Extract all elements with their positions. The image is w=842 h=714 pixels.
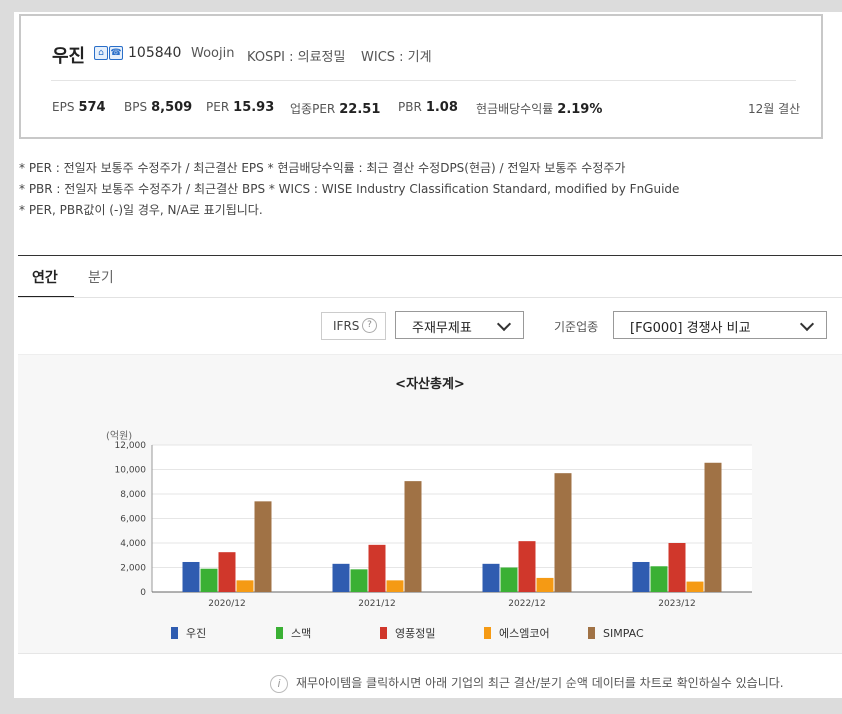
legend-swatch [171, 627, 178, 639]
metric-per: PER 15.93 [206, 100, 275, 115]
market-classification: KOSPI : 의료정밀 [247, 50, 346, 65]
bar [536, 577, 554, 592]
legend-swatch [484, 627, 491, 639]
y-tick-label: 2,000 [120, 564, 146, 574]
stock-code: 105840 [128, 45, 182, 61]
y-tick-label: 12,000 [115, 441, 147, 451]
bar [650, 566, 668, 592]
company-name: 우진 [52, 46, 86, 67]
chevron-down-icon [496, 316, 512, 332]
legend-label: 우진 [186, 627, 206, 640]
note-pbr: * PBR : 전일자 보통주 수정주가 / 최근결산 BPS * WICS :… [19, 182, 680, 196]
tabs-bottom-border [18, 297, 842, 298]
legend-label: 영풍정밀 [395, 627, 435, 640]
y-tick-label: 8,000 [120, 490, 146, 500]
statement-select-value: 주재무제표 [412, 321, 472, 336]
x-tick-label: 2022/12 [508, 599, 545, 609]
bar [368, 544, 386, 592]
chart-panel: <자산총계> 0 2,000 4,000 6,000 8,000 10,000 12,000… [18, 354, 842, 654]
ifrs-toggle[interactable]: IFRS ? [321, 312, 386, 340]
bar [332, 563, 350, 592]
company-header-card: 우진 ⌂ ☎ 105840 Woojin KOSPI : 의료정밀 WICS :… [19, 14, 823, 139]
legend-label: SIMPAC [603, 627, 644, 640]
statement-select[interactable]: 주재무제표 [395, 311, 524, 339]
total-assets-chart: 0 2,000 4,000 6,000 8,000 10,000 12,000(억원) 202… [106, 430, 752, 640]
info-message: i 재무아이템을 클릭하시면 아래 기업의 최근 결산/분기 순액 데이터를 차트… [270, 674, 784, 693]
bar [518, 541, 536, 592]
tabs-top-border [18, 255, 842, 256]
bar [218, 552, 236, 592]
bar [500, 567, 518, 592]
metric-bps: BPS 8,509 [124, 100, 193, 115]
note-negative: * PER, PBR값이 (-)일 경우, N/A로 표기됩니다. [19, 203, 263, 217]
tab-annual[interactable]: 연간 [32, 267, 58, 287]
bar [668, 543, 686, 592]
home-icon[interactable]: ⌂ [94, 46, 108, 60]
bar [350, 569, 368, 592]
bar [254, 501, 272, 592]
industry-label: 기준업종 [554, 320, 599, 334]
ir-icon[interactable]: ☎ [109, 46, 123, 60]
legend-label: 스맥 [291, 627, 311, 640]
help-icon[interactable]: ? [362, 318, 377, 333]
bar [404, 481, 422, 592]
bar [554, 473, 572, 592]
legend-swatch [276, 627, 283, 639]
wics-classification: WICS : 기계 [361, 50, 432, 65]
bar [704, 462, 722, 592]
header-divider [51, 80, 796, 81]
bar [482, 563, 500, 592]
bar [386, 580, 404, 592]
info-text: 재무아이템을 클릭하시면 아래 기업의 최근 결산/분기 순액 데이터를 차트로… [296, 676, 784, 690]
y-tick-label: 0 [140, 588, 146, 598]
company-summary-page: 우진 ⌂ ☎ 105840 Woojin KOSPI : 의료정밀 WICS :… [14, 12, 842, 698]
legend-label: 에스엠코어 [499, 627, 550, 640]
y-tick-label: 10,000 [115, 466, 147, 476]
note-per: * PER : 전일자 보통주 수정주가 / 최근결산 EPS * 현금배당수익… [19, 161, 626, 175]
y-tick-label: 4,000 [120, 539, 146, 549]
y-tick-label: 6,000 [120, 515, 146, 525]
metric-eps: EPS 574 [52, 100, 106, 115]
bar [182, 561, 200, 592]
x-tick-label: 2020/12 [208, 599, 245, 609]
bar [686, 581, 704, 592]
x-tick-label: 2023/12 [658, 599, 695, 609]
y-unit-label: (억원) [106, 430, 132, 442]
metric-industry-per: 업종PER 22.51 [290, 102, 381, 117]
x-tick-label: 2021/12 [358, 599, 395, 609]
legend-swatch [380, 627, 387, 639]
industry-select-value: [FG000] 경쟁사 비교 [630, 321, 751, 336]
info-icon: i [270, 674, 288, 693]
bar [632, 561, 650, 592]
settlement-month: 12월 결산 [748, 102, 801, 116]
legend-swatch [588, 627, 595, 639]
ifrs-label: IFRS [333, 319, 360, 333]
metric-pbr: PBR 1.08 [398, 100, 458, 115]
industry-select[interactable]: [FG000] 경쟁사 비교 [613, 311, 827, 339]
bar [236, 580, 254, 592]
metric-dividend-yield: 현금배당수익률 2.19% [476, 102, 603, 117]
bar [200, 568, 218, 592]
tab-quarter[interactable]: 분기 [88, 267, 114, 287]
chevron-down-icon [799, 316, 815, 332]
english-name: Woojin [191, 46, 235, 61]
